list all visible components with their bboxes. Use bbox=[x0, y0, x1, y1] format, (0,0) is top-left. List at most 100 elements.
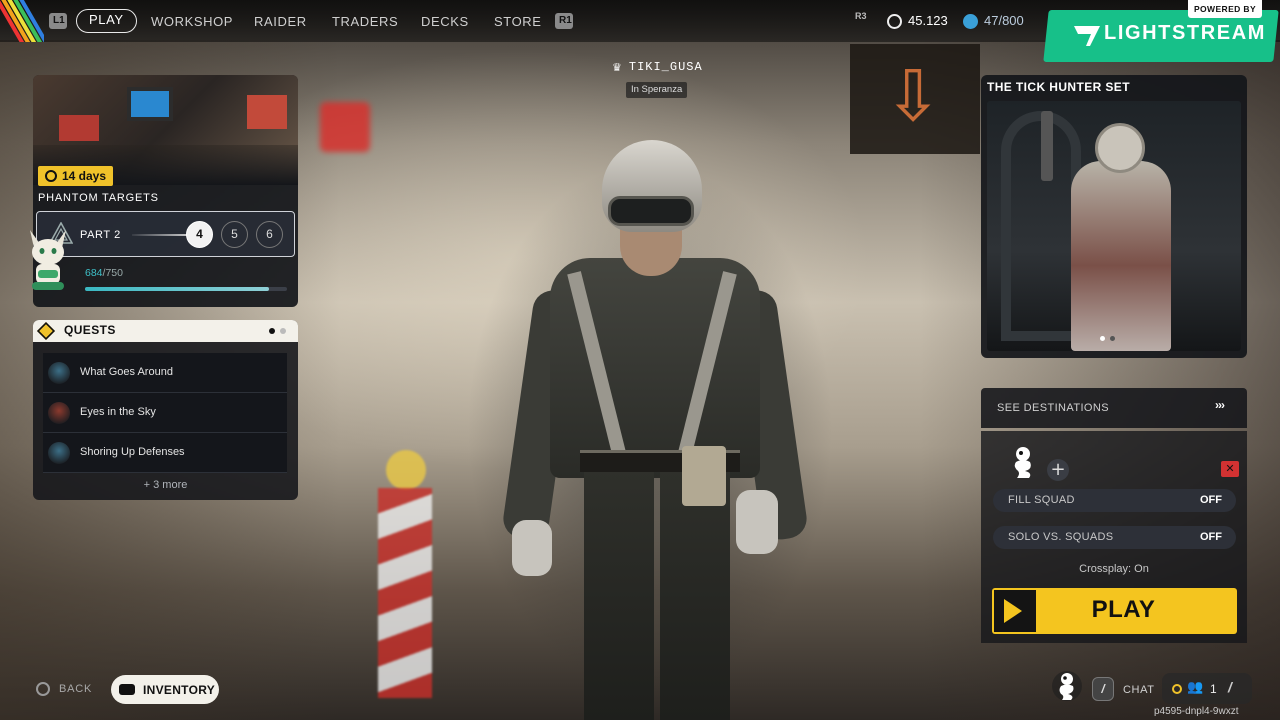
lightstream-logo-icon bbox=[1074, 26, 1100, 46]
step-5[interactable]: 5 bbox=[221, 221, 248, 248]
event-progress-current: 684 bbox=[85, 267, 103, 279]
r1-button-hint-icon: R1 bbox=[555, 13, 573, 29]
tab-workshop[interactable]: WORKSHOP bbox=[151, 11, 233, 33]
character-pouch bbox=[682, 446, 726, 506]
page-dot-active[interactable] bbox=[1100, 336, 1105, 341]
character-leg-left bbox=[584, 470, 654, 720]
currency-display: 45.123 bbox=[887, 12, 948, 30]
quests-header: QUESTS bbox=[33, 320, 298, 342]
quest-giver-avatar-icon bbox=[48, 402, 70, 424]
event-progress-fill bbox=[85, 287, 270, 291]
days-remaining-badge: 14 days bbox=[38, 166, 114, 186]
chat-key-hint-icon: / bbox=[1092, 677, 1114, 701]
party-status-icon bbox=[1172, 684, 1182, 694]
featured-set-title: THE TICK HUNTER SET bbox=[987, 80, 1130, 94]
quest-label: Shoring Up Defenses bbox=[80, 446, 185, 458]
rainbow-stripes-logo bbox=[0, 0, 44, 42]
page-dot-active[interactable] bbox=[269, 328, 275, 334]
play-button[interactable]: PLAY bbox=[992, 588, 1237, 634]
quest-item-eyes-in-the-sky[interactable]: Eyes in the Sky bbox=[43, 393, 287, 433]
set-image-outfit bbox=[1071, 161, 1171, 351]
inventory-button[interactable]: INVENTORY bbox=[111, 675, 219, 704]
character-goggles bbox=[608, 196, 694, 226]
player-avatar-icon[interactable] bbox=[1009, 445, 1037, 479]
currency-value: 45.123 bbox=[908, 13, 948, 28]
tab-traders[interactable]: TRADERS bbox=[332, 11, 398, 33]
back-label: BACK bbox=[59, 683, 93, 695]
character-leg-right bbox=[660, 470, 730, 720]
r3-button-hint-icon: R3 bbox=[855, 11, 867, 21]
quests-title: QUESTS bbox=[64, 323, 116, 337]
matchmaking-panel: + ✕ FILL SQUAD OFF SOLO VS. SQUADS OFF C… bbox=[981, 431, 1247, 643]
days-remaining-text: 14 days bbox=[62, 169, 107, 183]
coin-icon bbox=[887, 13, 902, 29]
see-destinations-label: SEE DESTINATIONS bbox=[997, 402, 1109, 414]
invite-to-squad-button[interactable]: + bbox=[1047, 459, 1069, 481]
set-image-pistol bbox=[1041, 111, 1053, 181]
step-6[interactable]: 6 bbox=[256, 221, 283, 248]
player-avatar-icon[interactable] bbox=[1051, 668, 1083, 704]
step-4[interactable]: 4 bbox=[186, 221, 213, 248]
see-destinations-button[interactable]: SEE DESTINATIONS ››› bbox=[981, 388, 1247, 428]
character-glove-right bbox=[736, 490, 778, 554]
set-image-helmet bbox=[1095, 123, 1145, 173]
solo-vs-squads-label: SOLO VS. SQUADS bbox=[1008, 531, 1114, 543]
powered-by-label: POWERED BY bbox=[1188, 0, 1262, 18]
play-button-label: PLAY bbox=[1091, 596, 1156, 623]
player-username: TIKI_GUSA bbox=[628, 60, 703, 74]
solo-vs-squads-value: OFF bbox=[1200, 531, 1222, 543]
event-progress: 684/750 bbox=[80, 264, 294, 300]
tab-raider[interactable]: RAIDER bbox=[254, 11, 307, 33]
stash-capacity-display: 47/800 bbox=[963, 12, 1024, 30]
stash-icon bbox=[963, 13, 978, 29]
event-part-selector[interactable]: PART 2 4 5 6 bbox=[36, 211, 295, 257]
event-progress-total: /750 bbox=[102, 267, 123, 279]
background-yellow-light bbox=[386, 450, 426, 490]
solo-vs-squads-toggle[interactable]: SOLO VS. SQUADS OFF bbox=[993, 526, 1236, 549]
down-arrow-sign-icon: ⇩ bbox=[883, 55, 943, 137]
fox-mascot-icon bbox=[30, 230, 66, 290]
crown-icon: ♛ bbox=[612, 60, 623, 74]
raider-character[interactable] bbox=[500, 140, 810, 720]
tab-play[interactable]: PLAY bbox=[76, 9, 137, 33]
quest-item-shoring-up-defenses[interactable]: Shoring Up Defenses bbox=[43, 433, 287, 473]
event-image-crate bbox=[59, 115, 99, 141]
quests-page-dots[interactable] bbox=[269, 328, 286, 334]
quest-giver-avatar-icon bbox=[48, 442, 70, 464]
quest-diamond-icon bbox=[36, 321, 56, 341]
squad-row: + ✕ bbox=[1007, 439, 1239, 483]
tab-store[interactable]: STORE bbox=[494, 11, 542, 33]
event-image-monitor bbox=[127, 87, 173, 121]
fill-squad-toggle[interactable]: FILL SQUAD OFF bbox=[993, 489, 1236, 512]
chat-button[interactable]: CHAT bbox=[1123, 684, 1155, 696]
player-nameplate[interactable]: ♛ TIKI_GUSA bbox=[612, 60, 703, 74]
featured-set-image bbox=[987, 101, 1241, 351]
mic-muted-icon[interactable]: ✕ bbox=[1221, 461, 1239, 477]
fill-squad-label: FILL SQUAD bbox=[1008, 494, 1075, 506]
circle-button-hint-icon bbox=[36, 682, 50, 696]
more-quests-link[interactable]: + 3 more bbox=[33, 479, 298, 491]
page-dot[interactable] bbox=[1110, 336, 1115, 341]
session-id: p4595-dnpl4-9wxzt bbox=[1154, 706, 1239, 717]
part-label: PART 2 bbox=[80, 229, 121, 241]
event-progress-text: 684/750 bbox=[85, 267, 123, 279]
character-glove-left bbox=[512, 520, 552, 576]
crossplay-status: Crossplay: On bbox=[1079, 563, 1149, 575]
stash-capacity-value: 47/800 bbox=[984, 13, 1024, 28]
lightstream-name: LIGHTSTREAM bbox=[1104, 22, 1267, 44]
fill-squad-value: OFF bbox=[1200, 494, 1222, 506]
featured-set-card[interactable]: THE TICK HUNTER SET bbox=[981, 75, 1247, 358]
back-button[interactable]: BACK bbox=[36, 682, 92, 696]
l1-button-hint-icon: L1 bbox=[49, 13, 67, 29]
party-count: 1 bbox=[1210, 682, 1217, 696]
quest-item-what-goes-around[interactable]: What Goes Around bbox=[43, 353, 287, 393]
page-dot[interactable] bbox=[280, 328, 286, 334]
inventory-label: INVENTORY bbox=[143, 682, 216, 697]
party-members-button[interactable]: 👥 1 / bbox=[1162, 673, 1252, 704]
tab-decks[interactable]: DECKS bbox=[421, 11, 469, 33]
event-progress-track bbox=[85, 287, 287, 291]
touchpad-button-hint-icon bbox=[119, 684, 135, 695]
background-red-light bbox=[320, 102, 370, 152]
featured-set-page-dots[interactable] bbox=[1100, 336, 1115, 341]
more-chevrons-icon: ››› bbox=[1215, 398, 1225, 412]
